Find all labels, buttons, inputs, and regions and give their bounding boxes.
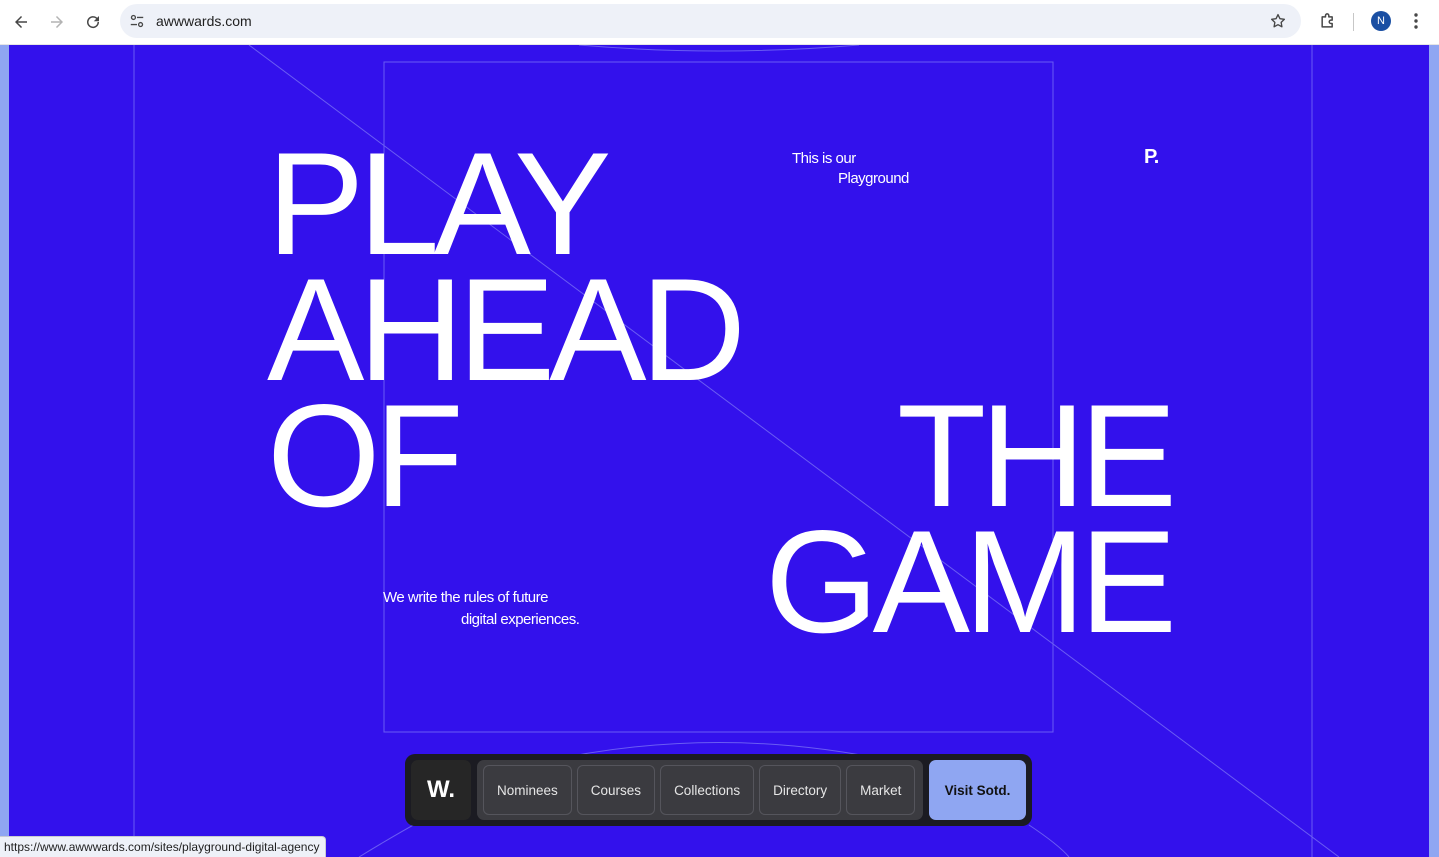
awwwards-floating-bar: W. Nominees Courses Collections Director… bbox=[405, 754, 1032, 826]
site-settings-icon[interactable] bbox=[128, 12, 146, 30]
extensions-puzzle-icon[interactable] bbox=[1318, 11, 1338, 31]
playground-logo[interactable]: P. bbox=[1144, 146, 1159, 169]
tagline-bottom-line2: digital experiences. bbox=[461, 611, 580, 628]
nav-link-courses[interactable]: Courses bbox=[576, 765, 656, 815]
nav-link-directory[interactable]: Directory bbox=[759, 765, 842, 815]
reload-button[interactable] bbox=[80, 9, 106, 35]
nav-link-nominees[interactable]: Nominees bbox=[483, 765, 572, 815]
arrow-left-icon bbox=[15, 16, 27, 28]
arrow-right-icon bbox=[51, 16, 63, 28]
awwwards-nav-links: Nominees Courses Collections Directory M… bbox=[477, 760, 923, 820]
visit-sotd-button[interactable]: Visit Sotd. bbox=[929, 760, 1026, 820]
toolbar-divider bbox=[1353, 13, 1354, 31]
headline-line-of: OF bbox=[267, 374, 464, 537]
forward-button[interactable] bbox=[44, 9, 70, 35]
headline-line-game: GAME bbox=[765, 500, 1177, 663]
tagline-top-line1: This is our bbox=[792, 150, 856, 167]
hero-section: PLAY AHEAD OF THE GAME This is our Playg… bbox=[9, 45, 1429, 857]
nav-link-market[interactable]: Market bbox=[846, 765, 916, 815]
page-viewport: PLAY AHEAD OF THE GAME This is our Playg… bbox=[0, 45, 1439, 857]
url-text[interactable]: awwwards.com bbox=[156, 12, 252, 30]
background-lines-decoration bbox=[133, 45, 1340, 857]
browser-toolbar: awwwards.com N bbox=[0, 0, 1439, 45]
address-bar[interactable]: awwwards.com bbox=[120, 4, 1301, 38]
back-button[interactable] bbox=[8, 9, 34, 35]
awwwards-logo-button[interactable]: W. bbox=[411, 760, 471, 820]
tagline-bottom-line1: We write the rules of future bbox=[383, 589, 548, 606]
kebab-menu-icon[interactable] bbox=[1406, 11, 1426, 31]
link-status-bubble: https://www.awwwards.com/sites/playgroun… bbox=[0, 836, 327, 857]
profile-avatar[interactable]: N bbox=[1371, 11, 1391, 31]
tagline-top-line2: Playground bbox=[838, 170, 909, 187]
reload-icon bbox=[87, 16, 100, 29]
bookmark-star-icon[interactable] bbox=[1269, 12, 1287, 30]
nav-link-collections[interactable]: Collections bbox=[660, 765, 755, 815]
